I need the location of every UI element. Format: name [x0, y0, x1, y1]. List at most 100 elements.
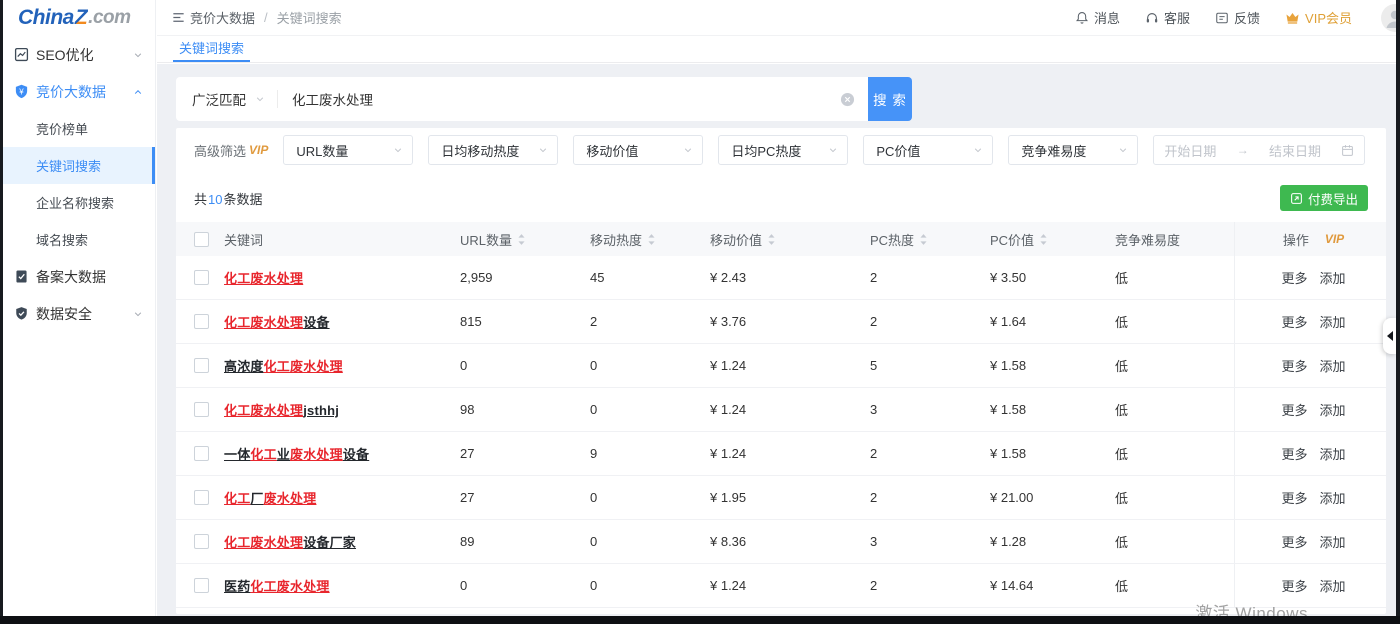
column-header-操作: 操作VIP [1234, 222, 1386, 256]
row-checkbox[interactable] [194, 490, 209, 505]
sidebar-item-域名搜索[interactable]: 域名搜索 [3, 221, 155, 258]
keyword-text: 一体 [224, 447, 250, 462]
keyword-link[interactable]: 化工废水处理设备厂家 [224, 532, 356, 551]
date-range-picker[interactable]: 开始日期 → 结束日期 [1153, 135, 1365, 165]
chevron-down-icon [255, 94, 265, 104]
url-count-value: 27 [460, 446, 474, 461]
table-body: 化工废水处理2,95945¥ 2.432¥ 3.50低更多添加化工废水处理设备8… [176, 256, 1386, 608]
mobile-heat-cell: 9 [584, 432, 704, 475]
action-添加[interactable]: 添加 [1320, 356, 1346, 375]
action-添加[interactable]: 添加 [1320, 444, 1346, 463]
action-更多[interactable]: 更多 [1281, 576, 1307, 595]
action-更多[interactable]: 更多 [1281, 444, 1307, 463]
mobile-heat-value: 0 [590, 534, 597, 549]
action-更多[interactable]: 更多 [1281, 532, 1307, 551]
action-添加[interactable]: 添加 [1320, 576, 1346, 595]
keyword-link[interactable]: 化工废水处理jsthhj [224, 400, 339, 419]
panel-collapse-handle[interactable] [1383, 318, 1396, 354]
sidebar-item-备案大数据[interactable]: 备案大数据 [3, 258, 155, 295]
action-更多[interactable]: 更多 [1281, 312, 1307, 331]
sidebar-item-关键词搜索[interactable]: 关键词搜索 [3, 147, 155, 184]
keyword-highlight: 化工废水处理 [224, 271, 303, 286]
filter-select-日均移动热度[interactable]: 日均移动热度 [428, 135, 558, 165]
table-row: 一体化工业废水处理设备279¥ 1.242¥ 1.58低更多添加 [176, 432, 1386, 476]
row-checkbox[interactable] [194, 270, 209, 285]
filter-select-竞争难易度[interactable]: 竞争难易度 [1008, 135, 1138, 165]
pc-value-value: ¥ 1.58 [990, 402, 1026, 417]
column-header-label: 移动热度 [590, 230, 642, 249]
filter-select-日均PC热度[interactable]: 日均PC热度 [718, 135, 848, 165]
action-更多[interactable]: 更多 [1281, 356, 1307, 375]
actions-cell: 更多添加 [1234, 344, 1386, 387]
keyword-link[interactable]: 高浓度化工废水处理 [224, 356, 343, 375]
keyword-link[interactable]: 化工废水处理 [224, 268, 303, 287]
match-type-select[interactable]: 广泛匹配 [176, 89, 277, 109]
sidebar-item-label: SEO优化 [36, 45, 94, 65]
action-更多[interactable]: 更多 [1281, 400, 1307, 419]
keyword-link[interactable]: 医药化工废水处理 [224, 576, 330, 595]
chevron-down-icon [538, 145, 548, 155]
topbar-action-support[interactable]: 客服 [1145, 8, 1190, 27]
pc-value-value: ¥ 3.50 [990, 270, 1026, 285]
tab-keyword-search[interactable]: 关键词搜索 [173, 36, 250, 62]
keyword-text: 业 [277, 447, 290, 462]
headset-icon [1145, 11, 1159, 25]
mobile-heat-cell: 2 [584, 300, 704, 343]
mobile-value-value: ¥ 3.76 [710, 314, 746, 329]
row-checkbox-cell [176, 388, 218, 431]
keyword-search-input[interactable] [278, 77, 840, 121]
column-header-PC价值[interactable]: PC价值 [984, 222, 1109, 256]
sidebar-collapse-icon[interactable] [171, 10, 186, 25]
sidebar-item-竞价榜单[interactable]: 竞价榜单 [3, 110, 155, 147]
search-button[interactable]: 搜 索 [868, 77, 912, 121]
filter-select-URL数量[interactable]: URL数量 [283, 135, 413, 165]
pc-heat-value: 2 [870, 446, 877, 461]
breadcrumb: 竞价大数据 / 关键词搜索 [190, 8, 342, 27]
sidebar-item-数据安全[interactable]: 数据安全 [3, 295, 155, 332]
sidebar-item-竞价大数据[interactable]: ¥竞价大数据 [3, 73, 155, 110]
select-all-checkbox[interactable] [194, 232, 209, 247]
keyword-link[interactable]: 一体化工业废水处理设备 [224, 444, 369, 463]
row-checkbox[interactable] [194, 578, 209, 593]
action-添加[interactable]: 添加 [1320, 312, 1346, 331]
column-header-URL数量[interactable]: URL数量 [454, 222, 584, 256]
sidebar-item-企业名称搜索[interactable]: 企业名称搜索 [3, 184, 155, 221]
row-checkbox[interactable] [194, 534, 209, 549]
pc-heat-cell: 2 [864, 564, 984, 607]
filter-select-移动价值[interactable]: 移动价值 [573, 135, 703, 165]
action-更多[interactable]: 更多 [1281, 488, 1307, 507]
actions-cell: 更多添加 [1234, 256, 1386, 299]
clear-input-icon[interactable] [840, 92, 855, 107]
chinaz-logo[interactable]: ChinaZ.com [3, 0, 155, 36]
action-添加[interactable]: 添加 [1320, 488, 1346, 507]
row-checkbox[interactable] [194, 446, 209, 461]
sidebar-item-SEO优化[interactable]: SEO优化 [3, 36, 155, 73]
topbar-action-messages[interactable]: 消息 [1075, 8, 1120, 27]
date-end-placeholder: 结束日期 [1269, 141, 1321, 160]
row-checkbox[interactable] [194, 402, 209, 417]
row-checkbox[interactable] [194, 314, 209, 329]
topbar-action-feedback[interactable]: 反馈 [1215, 8, 1260, 27]
difficulty-value: 低 [1115, 488, 1128, 507]
paid-export-button[interactable]: 付费导出 [1280, 185, 1368, 211]
sort-icon [919, 233, 928, 246]
difficulty-cell: 低 [1109, 388, 1234, 431]
keyword-link[interactable]: 化工废水处理设备 [224, 312, 330, 331]
mobile-heat-cell: 0 [584, 476, 704, 519]
action-添加[interactable]: 添加 [1320, 268, 1346, 287]
action-添加[interactable]: 添加 [1320, 400, 1346, 419]
breadcrumb-item-parent[interactable]: 竞价大数据 [190, 8, 255, 27]
action-更多[interactable]: 更多 [1281, 268, 1307, 287]
column-header-移动热度[interactable]: 移动热度 [584, 222, 704, 256]
column-header-移动价值[interactable]: 移动价值 [704, 222, 864, 256]
row-checkbox[interactable] [194, 358, 209, 373]
topbar-action-vip[interactable]: VIP会员 [1285, 8, 1352, 27]
action-添加[interactable]: 添加 [1320, 532, 1346, 551]
url-count-cell: 89 [454, 520, 584, 563]
url-count-cell: 2,959 [454, 256, 584, 299]
filter-select-PC价值[interactable]: PC价值 [863, 135, 993, 165]
column-header-PC热度[interactable]: PC热度 [864, 222, 984, 256]
mobile-value-cell: ¥ 1.24 [704, 388, 864, 431]
keyword-link[interactable]: 化工厂废水处理 [224, 488, 316, 507]
topbar-action-label: 反馈 [1234, 8, 1260, 27]
